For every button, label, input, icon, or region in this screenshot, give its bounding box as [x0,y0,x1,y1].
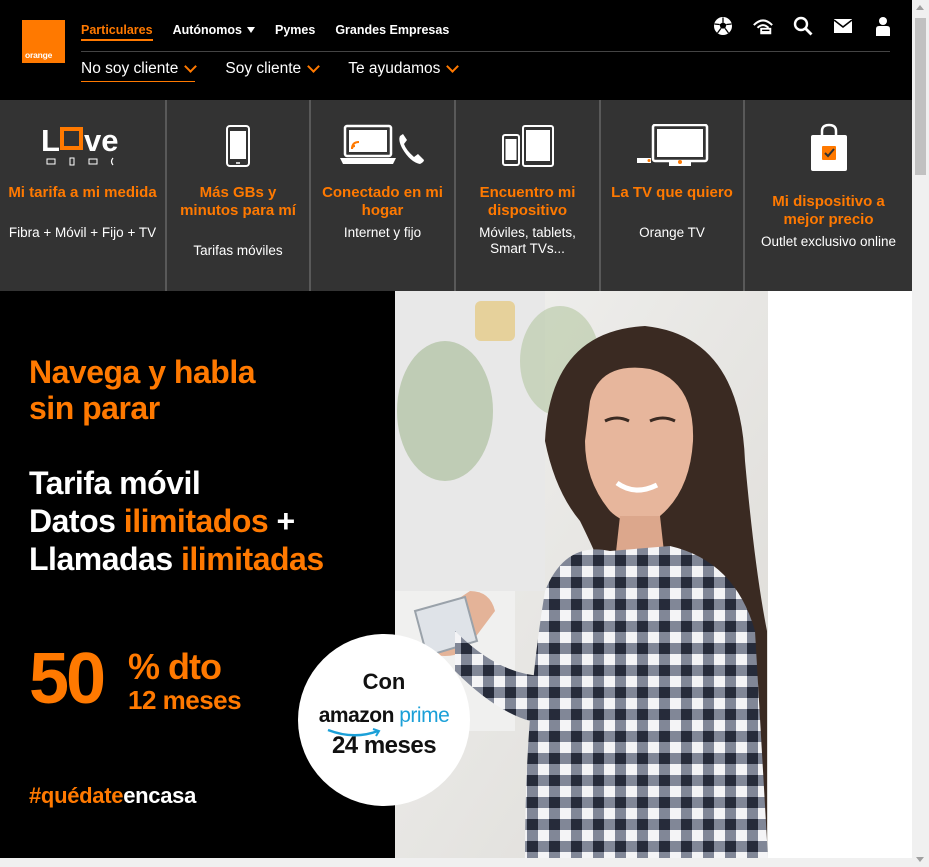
discount-number: 50 [29,639,106,719]
hero-headline-line: Navega y habla [29,354,256,390]
mail-icon[interactable] [832,15,854,37]
scroll-up-arrow-icon[interactable] [916,5,924,10]
offer-line: Tarifa móvil [29,465,201,501]
badge-con: Con [362,669,406,694]
offer-highlight: ilimitados [123,503,269,539]
category-desc: Internet y fijo [343,225,422,240]
wifi-device-icon[interactable] [752,15,774,37]
category-title: Más GBs y minutos para mí [180,184,296,219]
offer-text: Datos [29,503,124,539]
subnav-te-ayudamos[interactable]: Te ayudamos [348,58,460,80]
caret-down-icon [247,27,256,33]
category-tv[interactable]: La TV que quiero Orange TV [601,100,745,291]
discount-duration: 12 meses [128,685,242,715]
hero-banner[interactable]: Navega y habla sin parar Tarifa móvil Da… [0,291,912,858]
shopping-bag-icon [745,123,912,172]
orange-logo[interactable]: orange [22,20,65,63]
category-mi-tarifa[interactable]: L ve Mi tarifa a mi medida Fibra + Móvil… [0,100,167,291]
category-desc: Tarifas móviles [193,243,283,258]
hashtag-rest: encasa [123,783,197,808]
laptop-phone-icon [311,122,454,170]
topnav-grandes-empresas[interactable]: Grandes Empresas [335,20,449,40]
header-icons [712,15,894,37]
amazon-text: amazon [318,704,395,727]
hero-offer: Tarifa móvil Datos ilimitados + Llamadas… [29,464,324,578]
category-menu: L ve Mi tarifa a mi medida Fibra + Móvil… [0,100,912,291]
category-encuentro-dispositivo[interactable]: Encuentro mi dispositivo Móviles, tablet… [456,100,601,291]
subnav-soy-cliente[interactable]: Soy cliente [225,58,321,80]
chevron-down-icon [307,60,321,73]
subnav-label: Te ayudamos [348,60,441,77]
category-mas-gbs[interactable]: Más GBs y minutos para mí Tarifas móvile… [167,100,311,291]
topnav-autonomos[interactable]: Autónomos [172,20,256,40]
category-title: Encuentro mi dispositivo [479,184,576,219]
horizontal-scrollbar[interactable] [0,858,912,867]
svg-text:ve: ve [84,123,118,158]
category-title: Conectado en mi hogar [322,184,443,219]
category-title: Mi dispositivo a mejor precio [772,193,885,228]
discount-percent: % dto [128,646,222,687]
top-navigation: Particulares Autónomos Pymes Grandes Emp… [81,20,449,41]
offer-line: Datos ilimitados + [29,502,324,540]
hero-headline-line: sin parar [29,390,160,426]
category-desc: Móviles, tablets, Smart TVs... [479,225,576,256]
svg-text:L: L [41,123,60,158]
category-title: La TV que quiero [611,184,733,201]
chevron-down-icon [184,60,198,73]
tv-icon [601,122,743,170]
prime-text: prime [399,704,450,727]
hashtag: #quédateencasa [29,783,196,809]
category-desc: Orange TV [639,225,705,240]
offer-highlight: ilimitadas [181,541,324,577]
category-conectado-hogar[interactable]: Conectado en mi hogar Internet y fijo [311,100,456,291]
subnav-label: No soy cliente [81,60,179,77]
category-title: Mi tarifa a mi medida [8,184,157,201]
search-icon[interactable] [792,15,814,37]
topnav-label: Particulares [81,23,153,37]
category-desc: Outlet exclusivo online [760,234,897,249]
phone-tablet-icon [456,122,599,170]
topnav-label: Autónomos [172,23,243,37]
site-header: orange Particulares Autónomos Pymes Gran… [0,0,912,100]
amazon-prime-badge: Con amazon prime 24 meses [298,634,470,806]
topnav-label: Pymes [275,23,316,37]
subnav-no-soy-cliente[interactable]: No soy cliente [81,58,198,82]
sub-navigation: No soy cliente Soy cliente Te ayudamos [81,58,460,82]
topnav-particulares[interactable]: Particulares [81,20,153,41]
scrollbar-thumb[interactable] [915,18,926,175]
user-icon[interactable] [872,15,894,37]
amazon-prime-logo: amazon prime [298,704,470,728]
scroll-down-arrow-icon[interactable] [916,857,924,862]
love-devices-icon: L ve [0,122,165,170]
category-desc: Fibra + Móvil + Fijo + TV [8,225,157,240]
subnav-label: Soy cliente [225,60,302,77]
badge-months: 24 meses [331,732,437,759]
hero-headline: Navega y habla sin parar [29,354,256,426]
topnav-pymes[interactable]: Pymes [275,20,315,40]
category-outlet[interactable]: Mi dispositivo a mejor precio Outlet exc… [745,100,912,291]
header-divider [81,51,890,52]
chevron-down-icon [446,60,460,73]
topnav-label: Grandes Empresas [335,23,450,37]
smartphone-icon [167,122,309,170]
offer-line: Llamadas ilimitadas [29,540,324,578]
vertical-scrollbar[interactable] [912,0,929,867]
football-icon[interactable] [712,15,734,37]
hashtag-highlight: #quédate [29,783,124,808]
offer-text: + [268,503,296,539]
logo-text: orange [25,50,53,60]
offer-text: Llamadas [29,541,182,577]
